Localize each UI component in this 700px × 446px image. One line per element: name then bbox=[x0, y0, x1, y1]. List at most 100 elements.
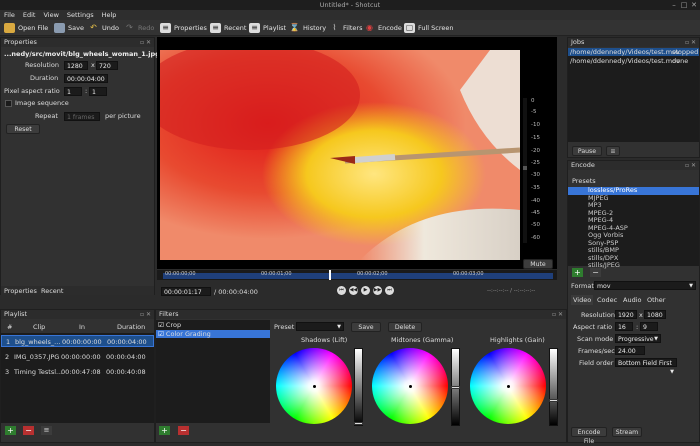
jobs-menu-icon[interactable]: ≡ bbox=[606, 146, 620, 156]
resolution-width-field[interactable]: 1280 bbox=[64, 61, 88, 70]
menu-help[interactable]: Help bbox=[102, 11, 117, 19]
resolution-width-field[interactable]: 1920 bbox=[615, 310, 637, 319]
panel-close-icon[interactable]: ▫ ✕ bbox=[140, 310, 151, 319]
table-row[interactable]: 2 IMG_0357.JPG 00:00:00:00 00:00:04:00 bbox=[1, 351, 154, 363]
format-select[interactable]: mov ▼ bbox=[594, 281, 696, 290]
tab-video[interactable]: Video bbox=[571, 295, 594, 305]
redo-button[interactable]: ↷ Redo bbox=[124, 22, 154, 34]
field-order-select[interactable]: Bottom Field First ▼ bbox=[615, 358, 677, 375]
table-row[interactable]: 3 Timing Testsl... 00:00:47:08 00:00:40:… bbox=[1, 366, 154, 378]
minimize-icon[interactable]: – bbox=[670, 1, 678, 9]
folder-icon bbox=[4, 23, 15, 33]
remove-preset-icon[interactable]: − bbox=[590, 268, 601, 277]
panel-close-icon[interactable]: ▫ ✕ bbox=[140, 38, 151, 47]
repeat-field[interactable]: 1 frames bbox=[64, 112, 100, 121]
add-preset-icon[interactable]: + bbox=[572, 268, 583, 277]
add-filter-icon[interactable]: + bbox=[159, 426, 170, 435]
tab-other[interactable]: Other bbox=[645, 295, 667, 305]
menu-view[interactable]: View bbox=[43, 11, 58, 19]
playhead[interactable] bbox=[329, 270, 331, 280]
reset-button[interactable]: Reset bbox=[6, 124, 40, 134]
preset-select[interactable]: ▼ bbox=[296, 322, 344, 331]
preset-delete-button[interactable]: Delete bbox=[388, 322, 422, 332]
fps-field[interactable]: 24.00 bbox=[615, 346, 645, 355]
transport-bar: 00:00:01:17 / 00:00:04:00 ⏮ ◀◀ ▶ ▶▶ ⏭ --… bbox=[157, 281, 557, 301]
recent-button[interactable]: ≡ Recent bbox=[210, 22, 246, 34]
list-item[interactable]: /home/ddennedy/Videos/test.mov done bbox=[568, 57, 699, 65]
wheel-handle[interactable] bbox=[506, 384, 510, 388]
resolution-x: x bbox=[91, 61, 95, 69]
undo-button[interactable]: ↶ Undo bbox=[88, 22, 119, 34]
open-file-button[interactable]: Open File bbox=[4, 22, 48, 34]
encode-panel: Encode ▫ ✕ Presets lossless/ProRes MJPEG … bbox=[567, 160, 700, 445]
tab-codec[interactable]: Codec bbox=[595, 295, 619, 305]
filters-button[interactable]: ⌇ Filters bbox=[329, 22, 363, 34]
par-num-field[interactable]: 1 bbox=[64, 87, 82, 96]
image-sequence-checkbox[interactable] bbox=[5, 100, 12, 107]
fast-forward-icon[interactable]: ▶▶ bbox=[373, 286, 382, 295]
checkbox-checked-icon[interactable]: ☑ bbox=[158, 330, 164, 338]
scan-mode-select[interactable]: Progressive ▼ bbox=[615, 334, 661, 343]
pause-button[interactable]: Pause bbox=[572, 146, 602, 156]
playlist-add-icon[interactable]: + bbox=[5, 426, 16, 435]
stream-button[interactable]: Stream bbox=[612, 427, 642, 437]
resolution-height-field[interactable]: 720 bbox=[96, 61, 118, 70]
rewind-icon[interactable]: ◀◀ bbox=[349, 286, 358, 295]
list-item[interactable]: stills/JPEG bbox=[568, 261, 699, 270]
encode-file-button[interactable]: Encode File bbox=[571, 427, 607, 445]
par-den-field[interactable]: 1 bbox=[89, 87, 107, 96]
recent-icon: ≡ bbox=[210, 23, 221, 33]
panel-close-icon[interactable]: ▫ ✕ bbox=[685, 38, 696, 47]
wheel-handle[interactable] bbox=[408, 384, 412, 388]
slider-handle[interactable] bbox=[354, 422, 363, 425]
playlist-button[interactable]: ≡ Playlist bbox=[249, 22, 286, 34]
panel-close-icon[interactable]: ▫ ✕ bbox=[685, 161, 696, 170]
position-field[interactable]: 00:00:01:17 bbox=[161, 287, 211, 296]
midtones-color-wheel[interactable] bbox=[372, 348, 448, 424]
video-frame[interactable] bbox=[160, 50, 520, 260]
highlights-color-wheel[interactable] bbox=[470, 348, 546, 424]
aspect-width-field[interactable]: 16 bbox=[615, 322, 633, 331]
slider-handle[interactable] bbox=[549, 399, 558, 402]
resolution-height-field[interactable]: 1080 bbox=[644, 310, 666, 319]
play-icon[interactable]: ▶ bbox=[361, 286, 370, 295]
filter-item-color-grading[interactable]: ☑ Color Grading bbox=[156, 330, 270, 338]
history-button[interactable]: ⌛ History bbox=[289, 22, 327, 34]
filter-item-crop[interactable]: ☑ Crop bbox=[158, 321, 181, 329]
skip-next-icon[interactable]: ⏭ bbox=[385, 286, 394, 295]
checkbox-checked-icon[interactable]: ☑ bbox=[158, 321, 164, 329]
mute-button[interactable]: Mute bbox=[523, 259, 553, 269]
encode-button[interactable]: ◉ Encode bbox=[364, 22, 402, 34]
maximize-icon[interactable]: □ bbox=[680, 1, 688, 9]
playlist-menu-icon[interactable]: ≡ bbox=[41, 426, 52, 435]
skip-previous-icon[interactable]: ⏮ bbox=[337, 286, 346, 295]
col-number: # bbox=[7, 323, 13, 331]
remove-filter-icon[interactable]: − bbox=[178, 426, 189, 435]
panel-close-icon[interactable]: ▫ ✕ bbox=[552, 310, 563, 319]
preset-save-button[interactable]: Save bbox=[351, 322, 381, 332]
tab-recent[interactable]: Recent bbox=[41, 287, 63, 295]
slider-handle[interactable] bbox=[451, 386, 460, 389]
menu-settings[interactable]: Settings bbox=[67, 11, 94, 19]
timeline-ruler[interactable]: 00:00:00;00 00:00:01;00 00:00:02;00 00:0… bbox=[157, 270, 557, 280]
tab-audio[interactable]: Audio bbox=[621, 295, 643, 305]
duration-field[interactable]: 00:00:04:00 bbox=[64, 74, 108, 83]
shadows-level-slider[interactable] bbox=[354, 348, 363, 426]
shadows-color-wheel[interactable] bbox=[276, 348, 352, 424]
close-icon[interactable]: ✕ bbox=[690, 1, 698, 9]
chevron-down-icon: ▼ bbox=[337, 324, 341, 330]
fullscreen-button[interactable]: ▢ Full Screen bbox=[404, 22, 454, 34]
properties-button[interactable]: ≡ Properties bbox=[160, 22, 207, 34]
midtones-level-slider[interactable] bbox=[451, 348, 460, 426]
menu-edit[interactable]: Edit bbox=[23, 11, 36, 19]
duration-display: / 00:00:04:00 bbox=[214, 288, 258, 296]
highlights-level-slider[interactable] bbox=[549, 348, 558, 426]
playlist-remove-icon[interactable]: − bbox=[23, 426, 34, 435]
tab-properties[interactable]: Properties bbox=[4, 287, 37, 295]
save-button[interactable]: Save bbox=[54, 22, 84, 34]
menu-file[interactable]: File bbox=[4, 11, 15, 19]
list-item[interactable]: /home/ddennedy/Videos/test.mov stopped bbox=[568, 48, 699, 56]
wheel-handle[interactable] bbox=[312, 384, 316, 388]
table-row[interactable]: 1 blg_wheels_... 00:00:00:00 00:00:04:00 bbox=[1, 335, 154, 347]
aspect-height-field[interactable]: 9 bbox=[640, 322, 658, 331]
